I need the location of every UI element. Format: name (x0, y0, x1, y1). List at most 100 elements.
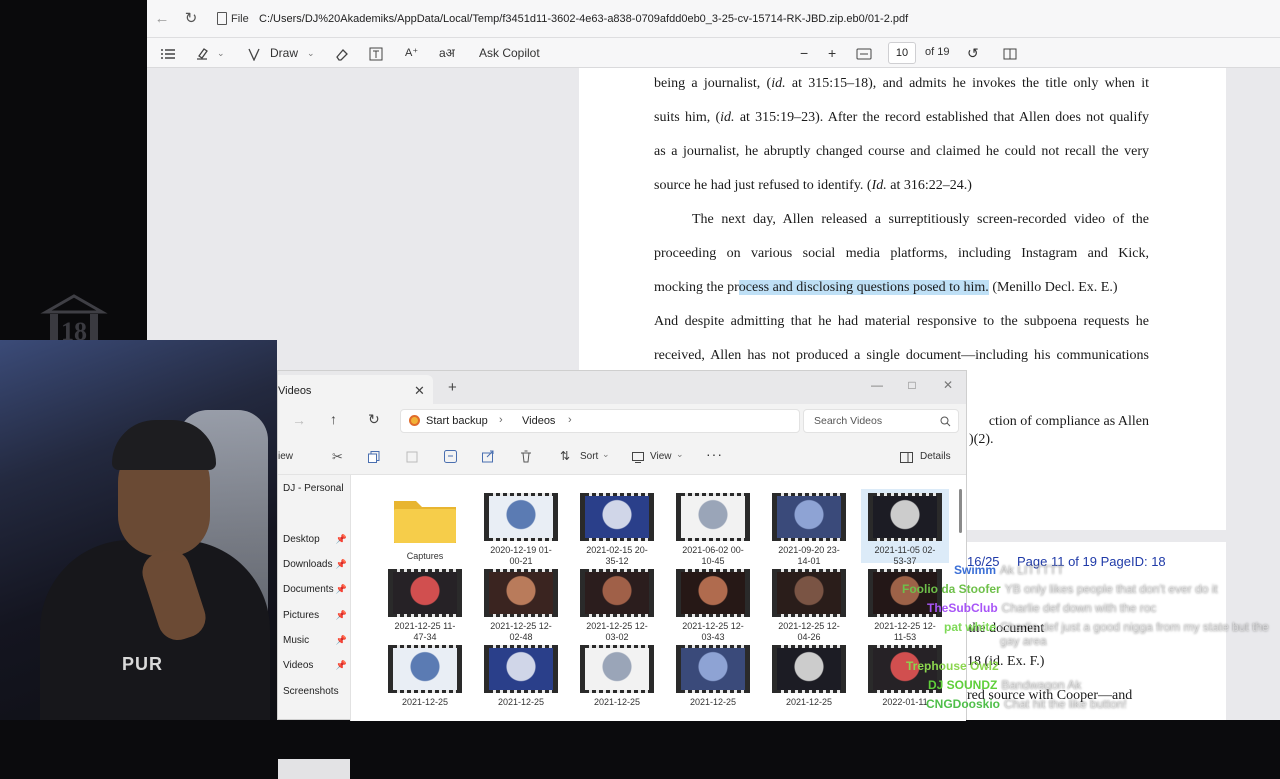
video-file-item[interactable]: 2021-09-20 23-14-01 (765, 489, 853, 566)
new-tab-button[interactable]: + (448, 379, 457, 396)
cut-icon[interactable]: ✂ (332, 449, 343, 465)
video-thumbnail (388, 569, 462, 617)
video-thumbnail (676, 493, 750, 541)
details-button[interactable]: Details (920, 451, 951, 462)
nav-selection-highlight (278, 759, 350, 779)
video-thumbnail (580, 493, 654, 541)
tab-videos[interactable]: Videos ✕ (278, 375, 433, 404)
file-name-label: 2021-12-25 12-04-26 (778, 621, 840, 642)
back-arrow-icon[interactable]: ← (153, 10, 171, 28)
forward-arrow-icon[interactable]: → (292, 412, 306, 428)
draw-icon[interactable] (247, 44, 261, 62)
chat-username: Foolio da Stoofer (902, 582, 1001, 596)
chat-username: Swimm (954, 563, 997, 577)
page-number-input[interactable]: 10 (888, 42, 916, 64)
breadcrumb-item[interactable]: Videos (522, 415, 555, 427)
url-text[interactable]: C:/Users/DJ%20Akademiks/AppData/Local/Te… (259, 13, 908, 25)
file-name-label: 2021-12-25 (593, 697, 641, 707)
video-thumbnail (868, 493, 942, 541)
nav-label: Documents (283, 584, 334, 595)
sidebar-item-screenshots[interactable]: Screenshots (283, 686, 349, 697)
video-file-item[interactable]: 2021-12-25 (669, 641, 757, 715)
file-name-label: 2021-12-25 12-03-43 (682, 621, 744, 642)
video-file-item[interactable]: 2021-12-25 12-03-43 (669, 565, 757, 642)
chevron-down-icon[interactable]: ⌄ (217, 44, 225, 62)
refresh-icon[interactable]: ↻ (368, 411, 380, 428)
chat-message: Trephouse Owl2 (906, 659, 1003, 673)
copy-icon[interactable] (368, 450, 380, 468)
eraser-icon[interactable] (335, 44, 349, 62)
chevron-down-icon[interactable]: ⌄ (307, 44, 315, 62)
ask-copilot-button[interactable]: Ask Copilot (479, 44, 540, 62)
fit-width-icon[interactable] (856, 44, 872, 62)
maximize-button[interactable]: □ (897, 375, 927, 395)
translate-icon[interactable]: aअ (439, 44, 455, 62)
minimize-button[interactable]: — (862, 375, 892, 395)
scrollbar-thumb[interactable] (959, 489, 962, 533)
tab-label: Videos (278, 385, 312, 397)
rotate-icon[interactable]: ↺ (967, 44, 979, 62)
pdf-text-line: received, Allen has not produced a singl… (654, 348, 1149, 363)
chevron-right-icon[interactable]: › (568, 414, 572, 426)
file-grid: Captures 2020-12-19 01-00-21 2021-02-15 20… (351, 475, 966, 721)
page-view-icon[interactable] (1003, 44, 1017, 62)
chat-username: TheSubClub (927, 601, 998, 615)
video-file-item[interactable]: 2021-12-25 12-03-02 (573, 565, 661, 642)
breadcrumb[interactable]: Start backup › Videos › (400, 409, 800, 433)
video-file-item[interactable]: 2021-12-25 (573, 641, 661, 715)
draw-button[interactable]: Draw (270, 44, 298, 62)
page-total-label: of 19 (925, 46, 950, 58)
details-icon[interactable] (900, 450, 913, 468)
video-thumbnail (580, 569, 654, 617)
sort-button[interactable]: Sort (580, 451, 598, 462)
share-icon[interactable] (482, 450, 495, 468)
file-name-label: 2021-06-02 00-10-45 (682, 545, 744, 566)
video-file-item[interactable]: 2021-11-05 02-53-37 (861, 489, 949, 566)
file-name-label: 2021-12-25 11-47-34 (394, 621, 456, 642)
close-window-button[interactable]: ✕ (933, 375, 963, 395)
more-options-icon[interactable]: ··· (706, 446, 723, 462)
up-arrow-icon[interactable]: ↑ (330, 411, 337, 427)
new-button[interactable]: iew (278, 451, 293, 462)
sort-icon[interactable]: ⇅ (560, 449, 570, 463)
pin-icon: 📌 (335, 635, 347, 645)
text-box-icon[interactable] (369, 44, 383, 62)
sidebar-item-music[interactable]: Music 📌 (283, 635, 349, 646)
delete-icon[interactable] (520, 450, 532, 468)
pdf-text-line: being a journalist, (id. at 315:15–18), … (654, 76, 1149, 91)
paste-icon[interactable] (406, 450, 418, 468)
video-file-item[interactable]: 2021-12-25 11-47-34 (381, 565, 469, 642)
video-thumbnail (772, 569, 846, 617)
sidebar-item-videos[interactable]: Videos 📌 (283, 660, 349, 671)
read-aloud-icon[interactable]: A⁺ (405, 44, 418, 62)
sidebar-item-desktop[interactable]: Desktop 📌 (283, 534, 349, 545)
highlight-icon[interactable] (195, 44, 209, 62)
close-icon[interactable]: ✕ (414, 383, 425, 399)
view-icon[interactable] (632, 450, 644, 468)
video-file-item[interactable]: 2021-12-25 (477, 641, 565, 715)
nav-account[interactable]: DJ - Personal (283, 483, 349, 494)
video-file-item[interactable]: 2021-12-25 (765, 641, 853, 715)
breadcrumb-item[interactable]: Start backup (426, 415, 488, 427)
contents-icon[interactable] (161, 44, 175, 62)
video-file-item[interactable]: 2021-06-02 00-10-45 (669, 489, 757, 566)
pdf-highlighted-text[interactable]: ocess and disclosing questions posed to … (738, 280, 989, 295)
sidebar-item-documents[interactable]: Documents 📌 (283, 584, 349, 595)
nav-label: Music (283, 635, 310, 646)
file-name-label: 2021-12-25 (497, 697, 545, 707)
video-file-item[interactable]: 2021-12-25 12-02-48 (477, 565, 565, 642)
video-file-item[interactable]: 2021-02-15 20-35-12 (573, 489, 661, 566)
folder-item[interactable]: Captures (381, 489, 469, 563)
video-file-item[interactable]: 2021-12-25 (381, 641, 469, 715)
zoom-out-button[interactable]: − (800, 44, 808, 62)
search-input[interactable]: Search Videos (803, 409, 959, 433)
zoom-in-button[interactable]: + (828, 44, 836, 62)
view-button[interactable]: View (650, 451, 672, 462)
sidebar-item-pictures[interactable]: Pictures 📌 (283, 610, 349, 621)
pdf-text-line: ction of compliance as Allen (988, 414, 1149, 429)
rename-icon[interactable] (444, 450, 457, 468)
video-file-item[interactable]: 2020-12-19 01-00-21 (477, 489, 565, 566)
refresh-icon[interactable]: ↻ (182, 10, 200, 28)
video-file-item[interactable]: 2021-12-25 12-04-26 (765, 565, 853, 642)
sidebar-item-downloads[interactable]: Downloads 📌 (283, 559, 349, 570)
